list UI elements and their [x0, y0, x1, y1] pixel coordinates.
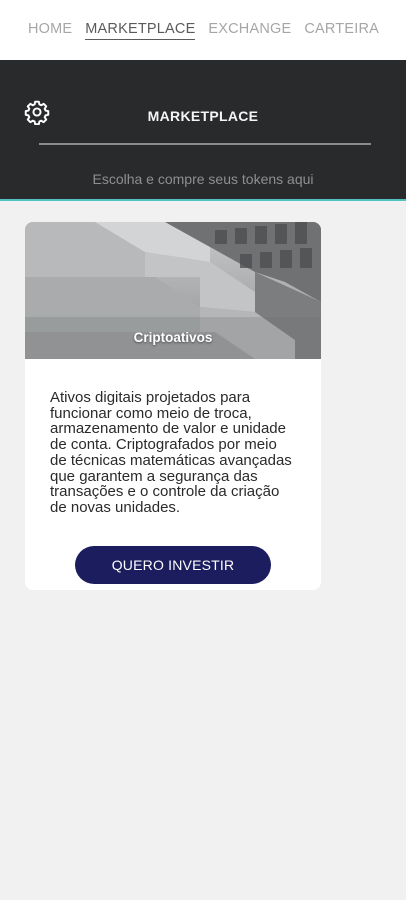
nav-marketplace[interactable]: MARKETPLACE — [85, 21, 196, 40]
page-header: MARKETPLACE Escolha e compre seus tokens… — [0, 60, 406, 201]
card-image: Criptoativos — [25, 222, 321, 359]
nav-exchange[interactable]: EXCHANGE — [208, 21, 291, 39]
nav-home[interactable]: HOME — [28, 21, 72, 39]
product-card-criptoativos: Criptoativos Ativos digitais projetados … — [25, 222, 321, 590]
nav-carteira[interactable]: CARTEIRA — [304, 21, 379, 39]
header-divider — [39, 143, 371, 145]
top-navigation: HOME MARKETPLACE EXCHANGE CARTEIRA — [0, 0, 406, 60]
page-subtitle: Escolha e compre seus tokens aqui — [92, 171, 314, 187]
page-title: MARKETPLACE — [147, 108, 259, 124]
quero-investir-button[interactable]: QUERO INVESTIR — [75, 546, 271, 584]
card-image-title: Criptoativos — [133, 330, 213, 345]
card-description: Ativos digitais projetados para funciona… — [50, 389, 292, 516]
